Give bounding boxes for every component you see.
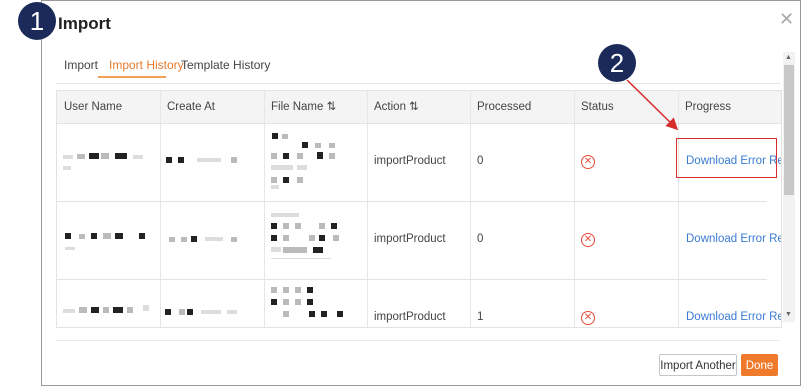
- import-another-button[interactable]: Import Another: [659, 354, 737, 376]
- done-button[interactable]: Done: [741, 354, 778, 376]
- annotation-arrow: [626, 79, 679, 131]
- scroll-up-arrow-icon[interactable]: ▲: [785, 54, 792, 61]
- scrollbar-thumb[interactable]: [784, 65, 794, 195]
- footer-divider: [56, 340, 780, 341]
- annotation-marker-2: 2: [598, 44, 636, 82]
- scroll-down-arrow-icon[interactable]: ▼: [785, 311, 792, 318]
